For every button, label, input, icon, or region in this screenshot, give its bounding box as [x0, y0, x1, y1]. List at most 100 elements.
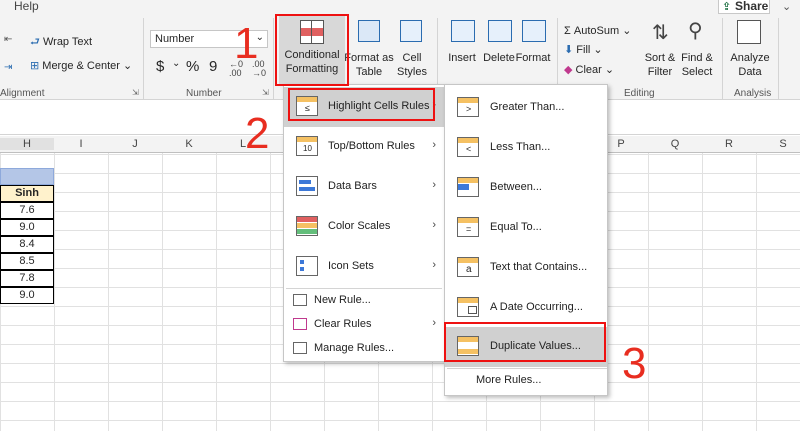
indent-icon[interactable]: ⇤	[4, 34, 12, 45]
chevron-down-icon[interactable]: ⌄	[782, 0, 791, 13]
number-format-value: Number	[155, 33, 195, 45]
chevron-down-icon: ⌄	[622, 25, 632, 37]
delete-icon	[488, 20, 512, 42]
delete-label: Delete	[483, 52, 515, 64]
column-header-k[interactable]: K	[162, 138, 216, 150]
share-label: Share	[735, 0, 769, 13]
menu-item-new-rule[interactable]: New Rule...	[284, 289, 444, 313]
autosum-label: AutoSum	[573, 25, 620, 37]
find-select-button[interactable]: ⚲ Find & Select	[678, 18, 716, 84]
autosum-button[interactable]: Σ AutoSum ⌄	[564, 24, 631, 37]
menu-item-clear-rules[interactable]: Clear Rules ›	[284, 313, 444, 337]
format-label: Format	[515, 52, 551, 64]
top-bottom-icon: 10	[296, 136, 318, 156]
menu-item-data-bars[interactable]: Data Bars ›	[284, 167, 444, 207]
column-header-i[interactable]: I	[54, 138, 108, 150]
clear-label: Clear	[575, 64, 602, 76]
column-header-j[interactable]: J	[108, 138, 162, 150]
insert-button[interactable]: Insert	[443, 18, 481, 84]
submenu-item-label: Less Than...	[490, 141, 551, 153]
merge-icon: ⊞	[30, 60, 40, 72]
step-number-3: 3	[622, 339, 647, 388]
indent-right-icon[interactable]: ⇥	[4, 62, 12, 73]
eraser-icon: ◆	[564, 64, 573, 76]
cell-h-header[interactable]: Sinh	[0, 185, 54, 202]
percent-button[interactable]: %	[186, 58, 199, 75]
cell-styles-icon	[400, 20, 422, 42]
submenu-item-equal-to[interactable]: = Equal To...	[445, 208, 607, 248]
tab-help[interactable]: Help	[14, 0, 39, 13]
column-header-r[interactable]: R	[702, 138, 756, 150]
icon-sets-icon	[296, 256, 318, 276]
comma-button[interactable]: 9	[209, 58, 217, 75]
submenu-item-greater-than[interactable]: > Greater Than...	[445, 88, 607, 128]
find-select-label-2: Select	[681, 66, 713, 78]
chevron-right-icon: ›	[432, 259, 436, 271]
column-header-s[interactable]: S	[756, 138, 800, 150]
cell-h-value[interactable]: 7.6	[0, 202, 54, 219]
equal-to-icon: =	[457, 217, 479, 237]
submenu-item-text-contains[interactable]: a Text that Contains...	[445, 248, 607, 288]
cell-styles-label-2: Styles	[397, 66, 427, 78]
wrap-text-button[interactable]: ⮐ Wrap Text	[30, 33, 92, 52]
cell-styles-button[interactable]: Cell Styles	[392, 18, 432, 84]
chevron-right-icon: ›	[432, 219, 436, 231]
chevron-down-icon[interactable]: ⌄	[172, 58, 180, 69]
menu-item-top-bottom-rules[interactable]: 10 Top/Bottom Rules ›	[284, 127, 444, 167]
analyze-data-icon	[737, 20, 761, 44]
dialog-launcher-icon[interactable]: ⇲	[132, 88, 139, 97]
cell-h-value[interactable]: 9.0	[0, 287, 54, 304]
cell-h-value[interactable]: 8.5	[0, 253, 54, 270]
format-as-table-button[interactable]: Format as Table	[344, 18, 394, 84]
analyze-data-label-1: Analyze	[730, 52, 770, 64]
clear-button[interactable]: ◆ Clear ⌄	[564, 63, 614, 76]
submenu-item-label: More Rules...	[476, 374, 542, 386]
share-button[interactable]: ⇪ Share	[718, 0, 770, 14]
dialog-launcher-icon[interactable]: ⇲	[262, 88, 269, 97]
cell-h-blank[interactable]	[0, 168, 54, 185]
step-number-2: 2	[245, 109, 270, 158]
analyze-data-button[interactable]: Analyze Data	[728, 18, 772, 84]
submenu-item-label: A Date Occurring...	[490, 301, 583, 313]
step-number-1: 1	[234, 19, 259, 68]
letter-a-glyph: a	[466, 264, 472, 275]
fill-button[interactable]: ⬇ Fill ⌄	[564, 43, 603, 56]
chevron-down-icon: ⌄	[123, 60, 133, 72]
menu-item-label: Data Bars	[328, 180, 377, 192]
merge-center-button[interactable]: ⊞ Merge & Center ⌄	[30, 59, 132, 72]
cell-h-value[interactable]: 8.4	[0, 236, 54, 253]
column-header-q[interactable]: Q	[648, 138, 702, 150]
editing-group-label: Editing	[624, 88, 655, 99]
delete-button[interactable]: Delete	[480, 18, 518, 84]
greater-than-icon: >	[457, 97, 479, 117]
submenu-item-less-than[interactable]: < Less Than...	[445, 128, 607, 168]
column-header-h[interactable]: H	[0, 138, 54, 150]
menu-item-label: Top/Bottom Rules	[328, 140, 415, 152]
format-button[interactable]: Format	[514, 18, 552, 84]
group-divider	[273, 18, 274, 100]
share-icon: ⇪	[722, 1, 732, 13]
highlight-box-duplicate-values	[444, 322, 606, 362]
menu-item-manage-rules[interactable]: Manage Rules...	[284, 337, 444, 361]
submenu-item-label: Greater Than...	[490, 101, 565, 113]
color-scales-icon	[296, 216, 318, 236]
cell-h-value[interactable]: 7.8	[0, 270, 54, 287]
sort-filter-icon: ⇅	[652, 22, 669, 44]
cell-h-value[interactable]: 9.0	[0, 219, 54, 236]
group-divider	[143, 18, 144, 100]
fill-down-icon: ⬇	[564, 44, 574, 56]
find-select-label-1: Find &	[681, 52, 713, 64]
between-icon	[457, 177, 479, 197]
submenu-item-between[interactable]: Between...	[445, 168, 607, 208]
menu-item-color-scales[interactable]: Color Scales ›	[284, 207, 444, 247]
wrap-text-label: Wrap Text	[42, 36, 93, 48]
menu-item-icon-sets[interactable]: Icon Sets ›	[284, 247, 444, 287]
currency-button[interactable]: $	[156, 58, 164, 75]
chevron-right-icon: ›	[432, 317, 436, 329]
submenu-item-more-rules[interactable]: More Rules...	[445, 369, 607, 393]
format-as-table-label-1: Format as	[344, 52, 394, 64]
sort-filter-button[interactable]: ⇅ Sort & Filter	[642, 18, 678, 84]
analyze-data-label-2: Data	[738, 66, 762, 78]
analysis-group-label: Analysis	[734, 88, 772, 99]
sort-filter-label-2: Filter	[647, 66, 673, 78]
